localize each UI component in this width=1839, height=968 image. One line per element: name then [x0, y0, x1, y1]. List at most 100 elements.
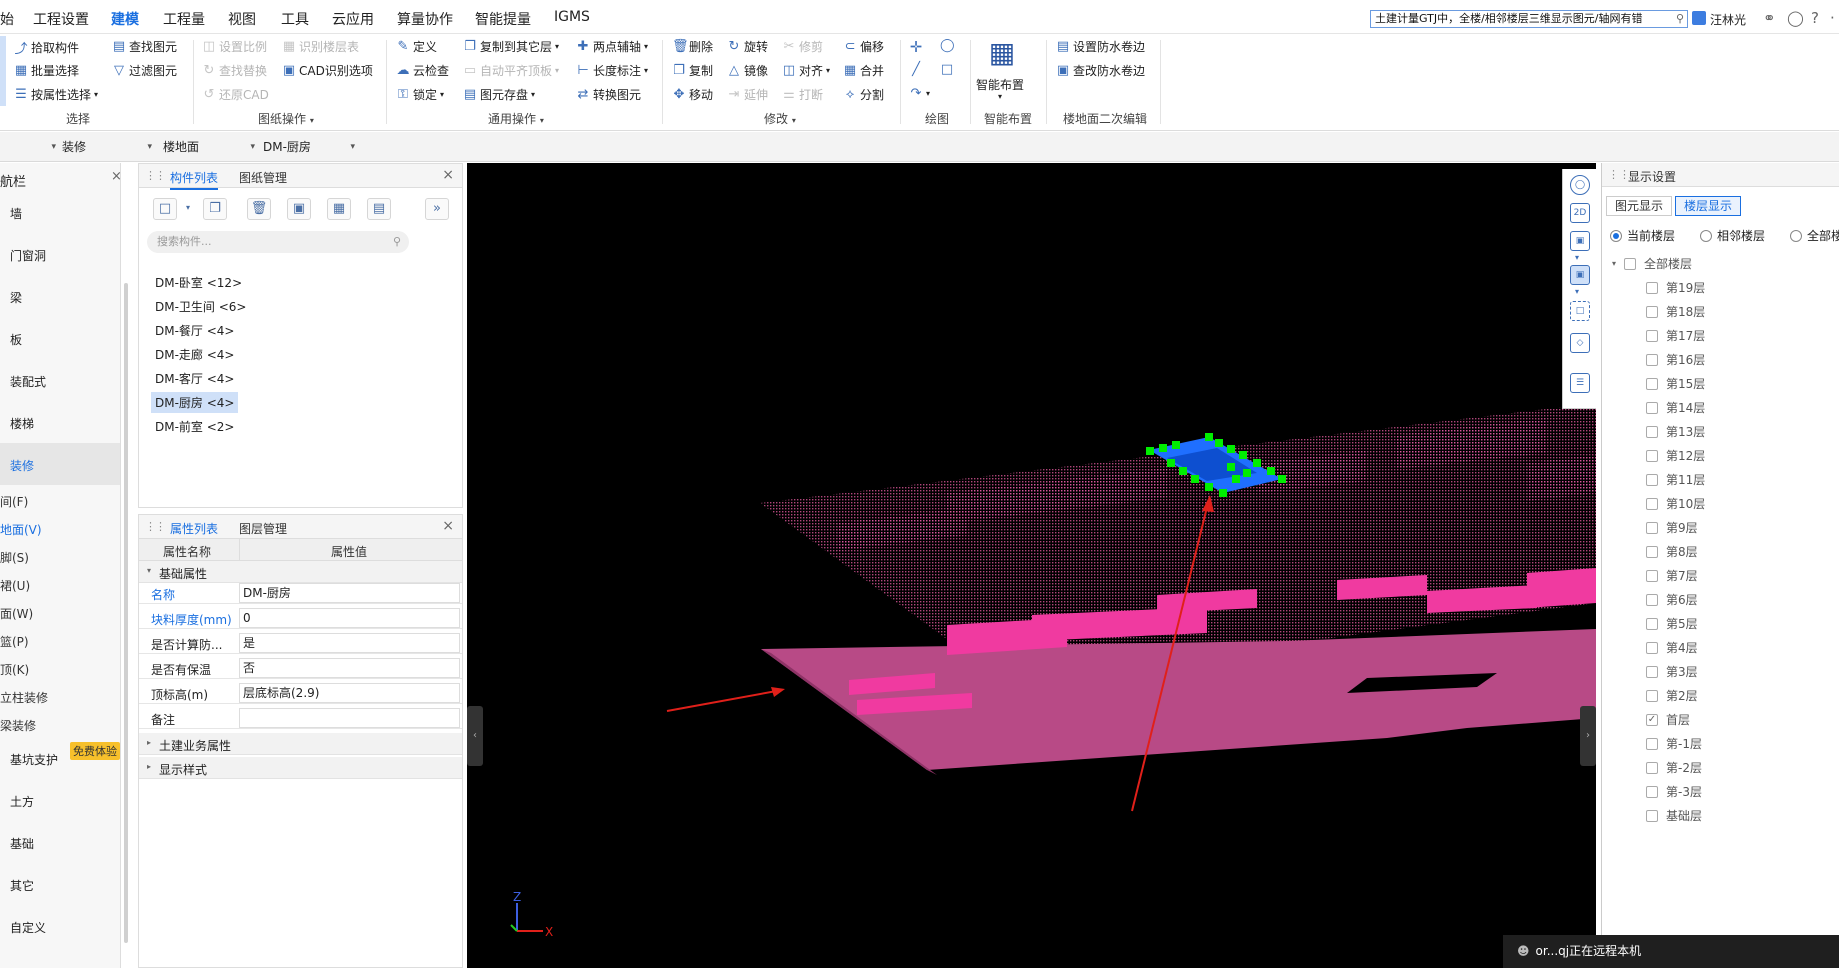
select-by-attr-button[interactable]: ☰ 按属性选择 ▾	[14, 86, 98, 103]
prop-value-input[interactable]: DM-厨房	[239, 583, 460, 603]
prop-value-input[interactable]: 层底标高(2.9)	[239, 683, 460, 703]
new-component-icon[interactable]: □	[153, 198, 177, 220]
draw-point-button[interactable]: ✛	[909, 38, 923, 56]
tab-property-list[interactable]: 属性列表	[170, 520, 219, 541]
floor-row[interactable]: 第11层	[1646, 471, 1705, 488]
floor-row[interactable]: 第15层	[1646, 375, 1705, 392]
set-scale-button[interactable]: ◫ 设置比例	[202, 38, 267, 55]
floor-checkbox[interactable]	[1646, 689, 1658, 702]
floor-row[interactable]: 第17层	[1646, 327, 1705, 344]
list-item[interactable]: DM-卧室 <12>	[151, 272, 246, 293]
fit-view-icon[interactable]: □	[1570, 301, 1590, 321]
move-button[interactable]: ✥ 移动	[672, 86, 713, 103]
property-group-display[interactable]: ▸ 显示样式	[139, 757, 462, 779]
nav-item-slab[interactable]: 板	[10, 331, 22, 348]
rotate-button[interactable]: ↻ 旋转	[727, 38, 768, 55]
floor-checkbox[interactable]	[1646, 521, 1658, 534]
checkbox[interactable]	[1624, 257, 1637, 270]
draw-arc-button[interactable]: ↷ ▾	[909, 86, 930, 101]
filter-element-button[interactable]: ▽ 过滤图元	[112, 62, 177, 79]
component-search-input[interactable]: 搜索构件... ⚲	[147, 231, 409, 253]
floor-checkbox[interactable]: ✓	[1646, 713, 1658, 726]
display-settings-icon[interactable]: ☰	[1570, 373, 1590, 393]
nav-sub-floor[interactable]: 地面(V)	[0, 521, 42, 538]
floor-row[interactable]: ✓ 首层	[1646, 711, 1690, 728]
floor-row[interactable]: 第19层	[1646, 279, 1705, 296]
grip-icon[interactable]: ⋮⋮	[1608, 168, 1630, 181]
lock-button[interactable]: ⚿ 锁定 ▾	[396, 86, 444, 103]
tab-floor-display[interactable]: 楼层显示	[1675, 196, 1741, 216]
delete-component-icon[interactable]: 🗑	[247, 198, 271, 220]
floor-checkbox[interactable]	[1646, 473, 1658, 486]
nav-scrollbar[interactable]	[124, 283, 128, 943]
view-2d-icon[interactable]: 2D	[1570, 203, 1590, 223]
user-avatar-icon[interactable]	[1692, 11, 1706, 25]
chevron-down-icon[interactable]: ▾	[998, 92, 1002, 101]
grip-icon[interactable]: ⋮⋮	[145, 520, 166, 533]
draw-line-button[interactable]: ╱	[909, 62, 923, 77]
nav-item-wall[interactable]: 墙	[10, 205, 22, 222]
floor-checkbox[interactable]	[1646, 593, 1658, 606]
sort-component-icon[interactable]: ▤	[367, 198, 391, 220]
nav-item-beam[interactable]: 梁	[10, 289, 22, 306]
floor-row[interactable]: 第12层	[1646, 447, 1705, 464]
floor-checkbox[interactable]	[1646, 497, 1658, 510]
floor-row[interactable]: 第7层	[1646, 567, 1698, 584]
floor-checkbox[interactable]	[1646, 353, 1658, 366]
list-item[interactable]: DM-客厅 <4>	[151, 368, 238, 389]
extend-button[interactable]: ⇥ 延伸	[727, 86, 768, 103]
context-select-type[interactable]: 楼地面 ▾	[163, 136, 255, 158]
find-element-button[interactable]: ▤ 查找图元	[112, 38, 177, 55]
floor-checkbox[interactable]	[1646, 737, 1658, 750]
floor-row[interactable]: 第-3层	[1646, 783, 1702, 800]
align-button[interactable]: ◫ 对齐 ▾	[782, 62, 830, 79]
nav-item-prefab[interactable]: 装配式	[10, 373, 46, 390]
settings-icon[interactable]: ·	[1830, 9, 1835, 27]
floor-row[interactable]: 第18层	[1646, 303, 1705, 320]
context-select-component[interactable]: DM-厨房 ▾	[263, 136, 355, 158]
property-group-basic[interactable]: ▾ 基础属性	[139, 561, 462, 583]
floor-row[interactable]: 第16层	[1646, 351, 1705, 368]
mirror-button[interactable]: △ 镜像	[727, 62, 768, 79]
list-item[interactable]: DM-卫生间 <6>	[151, 296, 250, 317]
cad-options-button[interactable]: ▣ CAD识别选项	[282, 62, 373, 79]
all-floors-row[interactable]: ▾ 全部楼层	[1612, 255, 1692, 272]
chevron-down-icon[interactable]: ▾	[1575, 253, 1579, 262]
save-element-button[interactable]: ▤ 图元存盘 ▾	[463, 86, 535, 103]
floor-checkbox[interactable]	[1646, 377, 1658, 390]
context-select-1[interactable]: ▾	[0, 136, 56, 158]
cloud-check-button[interactable]: ☁ 云检查	[396, 62, 450, 79]
restore-cad-button[interactable]: ↺ 还原CAD	[202, 86, 269, 103]
pick-component-button[interactable]: ⤴ 拾取构件	[14, 38, 79, 57]
list-item-selected[interactable]: DM-厨房 <4>	[151, 392, 239, 413]
menu-modeling[interactable]: 建模	[111, 9, 139, 37]
draw-circle-button[interactable]: ◯	[940, 38, 955, 53]
close-icon[interactable]: ×	[111, 169, 122, 184]
chevron-down-icon[interactable]: ▾	[1575, 287, 1579, 296]
nav-item-door-window[interactable]: 门窗洞	[10, 247, 46, 264]
grip-icon[interactable]: ⋮⋮	[145, 169, 166, 182]
floor-checkbox[interactable]	[1646, 329, 1658, 342]
more-icon[interactable]: »	[425, 198, 449, 220]
floor-row[interactable]: 第-2层	[1646, 759, 1702, 776]
close-icon[interactable]: ×	[442, 518, 454, 534]
nav-item-decoration[interactable]: 装修	[10, 457, 34, 474]
menu-tools[interactable]: 工具	[281, 9, 309, 29]
prop-value-input[interactable]	[239, 708, 460, 728]
search-icon[interactable]: ⚲	[1676, 11, 1684, 27]
3d-scene[interactable]: Z X	[467, 163, 1596, 968]
floor-row[interactable]: 第3层	[1646, 663, 1698, 680]
display-cube-icon[interactable]: ◇	[1570, 333, 1590, 353]
floor-row[interactable]: 第4层	[1646, 639, 1698, 656]
radio-current-floor[interactable]: 当前楼层	[1610, 227, 1675, 244]
convert-element-button[interactable]: ⇄ 转换图元	[576, 86, 641, 103]
floor-checkbox[interactable]	[1646, 641, 1658, 654]
view-3d-icon[interactable]: ▣	[1570, 231, 1590, 251]
radio-adjacent-floor[interactable]: 相邻楼层	[1700, 227, 1765, 244]
nav-sub-railing[interactable]: 篮(P)	[0, 633, 29, 650]
floor-row[interactable]: 第9层	[1646, 519, 1698, 536]
floor-checkbox[interactable]	[1646, 281, 1658, 294]
user-name[interactable]: 汪林光	[1710, 11, 1746, 28]
filter-component-icon[interactable]: ▦	[327, 198, 351, 220]
copy-to-floor-button[interactable]: ❐ 复制到其它层 ▾	[463, 38, 559, 55]
